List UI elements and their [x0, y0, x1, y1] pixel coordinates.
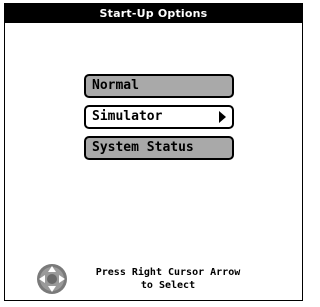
- startup-options-dialog: Start-Up Options Normal Simulator System…: [4, 3, 303, 301]
- cursor-pad-icon: [36, 263, 68, 295]
- menu-item-simulator[interactable]: Simulator: [84, 105, 234, 129]
- menu-item-label: Normal: [92, 78, 139, 93]
- menu-item-label: System Status: [92, 140, 194, 155]
- right-arrow-icon: [219, 111, 226, 123]
- menu-item-label: Simulator: [92, 109, 163, 124]
- menu-item-system-status[interactable]: System Status: [84, 136, 234, 160]
- hint-text: Press Right Cursor Arrow to Select: [93, 266, 243, 292]
- hint-line-1: Press Right Cursor Arrow: [95, 267, 241, 278]
- dialog-title: Start-Up Options: [5, 4, 302, 23]
- startup-menu: Normal Simulator System Status: [84, 74, 234, 167]
- hint-line-2: to Select: [140, 280, 196, 291]
- menu-item-normal[interactable]: Normal: [84, 74, 234, 98]
